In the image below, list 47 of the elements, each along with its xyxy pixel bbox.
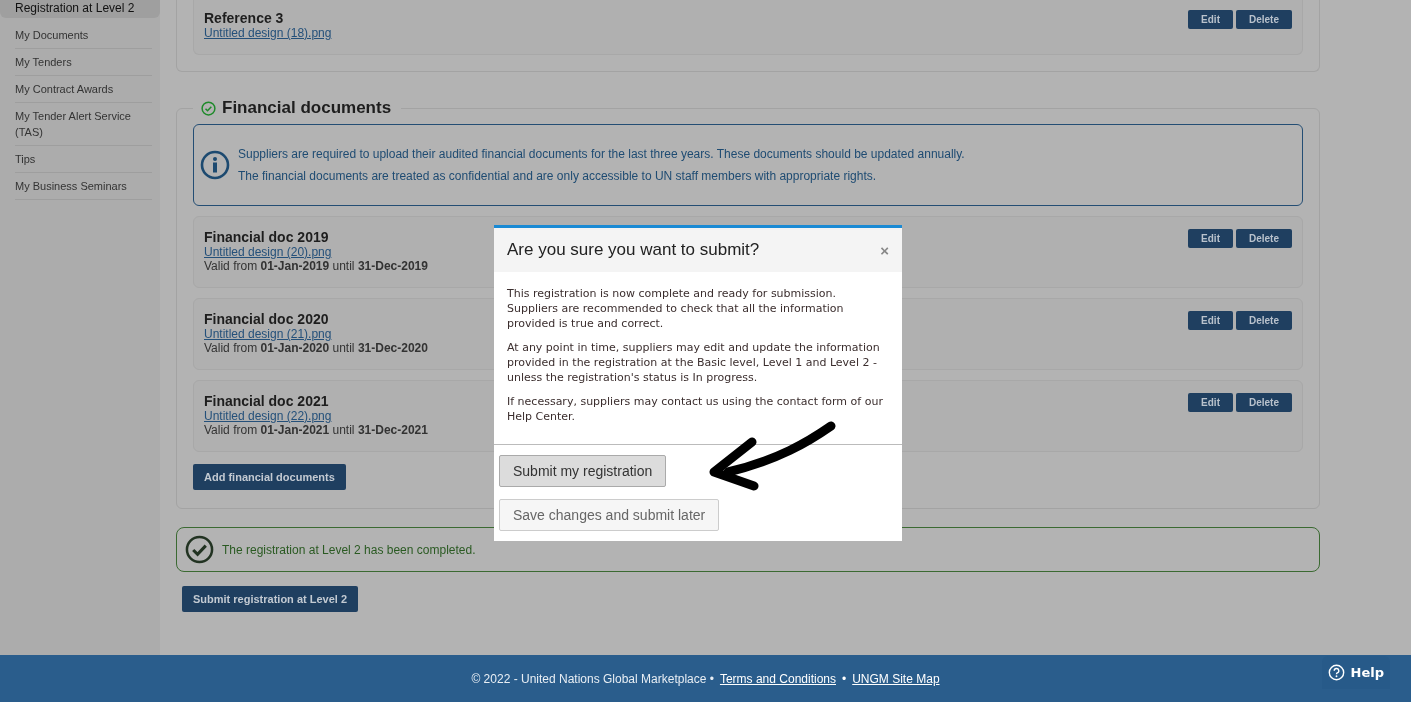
validity-text: Valid from 01-Jan-2021 until 31-Dec-2021 (204, 423, 428, 437)
dialog-text: This registration is now complete and ready for submission. Suppliers are recommended to check that all the information provided is true and correct. (507, 286, 845, 331)
info-text: The financial documents are treated as confidential and are only accessible to UN staff members with appropriate rights. (238, 169, 878, 183)
sidebar-item[interactable]: My Tenders (15, 49, 152, 76)
sidebar-item[interactable]: Tips (15, 146, 152, 173)
validity-text: Valid from 01-Jan-2020 until 31-Dec-2020 (204, 341, 428, 355)
edit-button[interactable]: Edit (1188, 10, 1233, 29)
check-circle-icon (185, 535, 214, 564)
edit-button[interactable]: Edit (1188, 393, 1233, 412)
delete-button[interactable]: Delete (1236, 10, 1292, 29)
copyright-text: © 2022 - United Nations Global Marketplace • (471, 671, 714, 686)
close-button[interactable]: × (880, 241, 889, 259)
delete-button[interactable]: Delete (1236, 229, 1292, 248)
delete-button[interactable]: Delete (1236, 311, 1292, 330)
separator-dot: • (842, 671, 847, 686)
file-link[interactable]: Untitled design (20).png (204, 245, 428, 259)
sidebar-item[interactable]: My Business Seminars (15, 173, 152, 200)
validity-text: Valid from 01-Jan-2019 until 31-Dec-2019 (204, 259, 428, 273)
footer-link[interactable]: Terms and Conditions (719, 671, 836, 686)
save-later-button[interactable]: Save changes and submit later (499, 499, 720, 531)
section-title: Financial documents (222, 98, 392, 118)
sidebar-item[interactable]: My Contract Awards (15, 76, 152, 103)
dialog-text: If necessary, suppliers may contact us using the contact form of our Help Center. (507, 394, 884, 424)
check-circle-icon (201, 100, 216, 116)
file-link[interactable]: Untitled design (21).png (204, 327, 428, 341)
sidebar-item[interactable]: My Documents (15, 22, 152, 49)
card-title: Financial doc 2019 (204, 229, 330, 245)
add-documents-button[interactable]: Add financial documents (193, 464, 346, 490)
file-link[interactable]: Untitled design (18).png (204, 26, 332, 40)
delete-button[interactable]: Delete (1236, 393, 1292, 412)
dialog-text: At any point in time, suppliers may edit and update the information provided in the registration at the Basic level, Level 1 and Level 2 - unless the registration's status is In progress. (507, 340, 881, 385)
card-title: Financial doc 2020 (204, 311, 330, 327)
help-icon (1327, 664, 1345, 681)
file-link[interactable]: Untitled design (22).png (204, 409, 428, 423)
edit-button[interactable]: Edit (1188, 311, 1233, 330)
sidebar-item[interactable]: Registration at Level 2 (0, 0, 160, 18)
submit-registration-button[interactable]: Submit registration at Level 2 (182, 586, 359, 612)
success-message: The registration at Level 2 has been completed. (222, 542, 476, 557)
edit-button[interactable]: Edit (1188, 229, 1233, 248)
dialog-title: Are you sure you want to submit? (507, 240, 760, 260)
info-icon (200, 150, 230, 180)
sidebar-item[interactable]: My Tender Alert Service (TAS) (15, 103, 152, 146)
submit-button[interactable]: Submit my registration (499, 455, 667, 487)
info-text: Suppliers are required to upload their audited financial documents for the last three years. These documents should be updated annually. (238, 147, 965, 161)
card-title: Reference 3 (204, 10, 285, 26)
footer-link[interactable]: UNGM Site Map (852, 671, 940, 686)
card-title: Financial doc 2021 (204, 393, 330, 409)
